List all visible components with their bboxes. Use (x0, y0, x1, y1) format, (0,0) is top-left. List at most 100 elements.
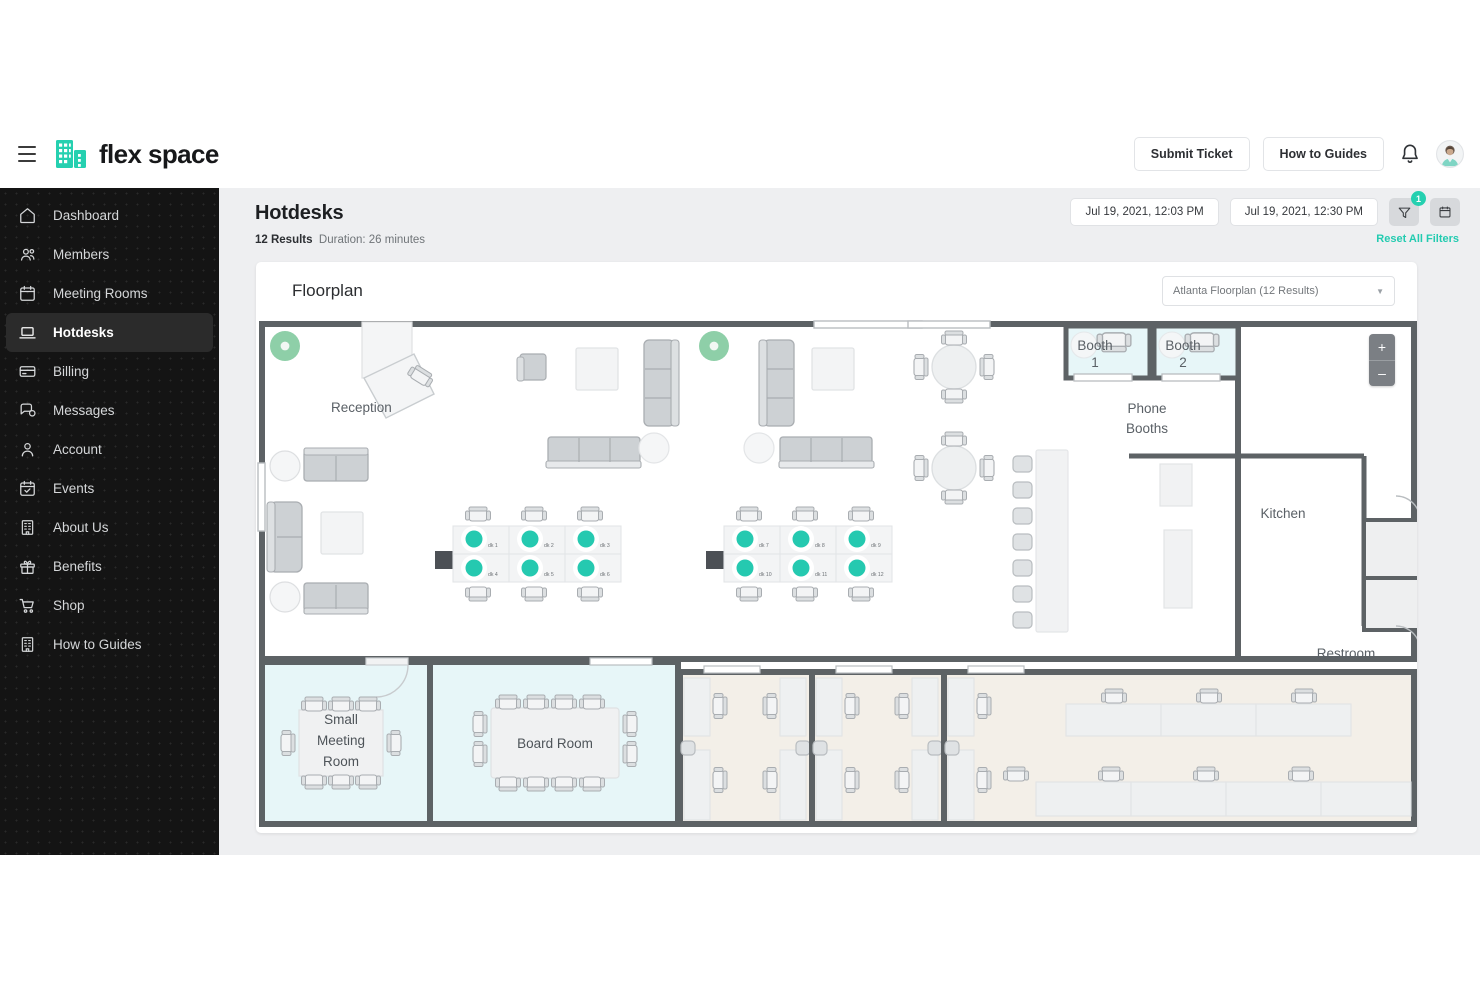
availability-marker[interactable] (699, 331, 729, 361)
calendar-icon (20, 285, 35, 301)
app-root: flex space Submit Ticket How to Guides D… (0, 0, 1480, 987)
booth-2-label-line2: 2 (1179, 355, 1187, 370)
sidebar-item-dashboard[interactable]: Dashboard (6, 196, 213, 235)
chat-icon (20, 403, 36, 417)
filter-controls: Jul 19, 2021, 12:03 PM Jul 19, 2021, 12:… (1070, 191, 1460, 226)
calendar-icon (1439, 206, 1451, 218)
sidebar-item-label: Meeting Rooms (53, 286, 148, 301)
hotdesk-label: dk 12 (871, 572, 884, 578)
chevron-down-icon: ▼ (1376, 286, 1384, 296)
phone-booth-2[interactable] (1151, 323, 1241, 382)
brand-logo[interactable]: flex space (55, 138, 219, 170)
hotdesk-label: dk 6 (600, 572, 610, 578)
sidebar-item-benefits[interactable]: Benefits (6, 547, 213, 586)
filter-button[interactable]: 1 (1389, 191, 1426, 226)
zoom-out-button[interactable]: – (1369, 361, 1395, 387)
booth-2-label-line1: Booth (1165, 338, 1200, 353)
gift-icon (20, 560, 35, 574)
floorplan-svg[interactable]: Reception dk 1 dk 2 dk 3 dk 4 dk 5 dk 6 … (256, 320, 1417, 833)
hamburger-icon[interactable] (12, 139, 42, 169)
sidebar-item-messages[interactable]: Messages (6, 391, 213, 430)
results-summary: 12 Results Duration: 26 minutes (255, 234, 1458, 246)
user-avatar[interactable] (1436, 140, 1464, 168)
start-datetime-field[interactable]: Jul 19, 2021, 12:03 PM (1070, 198, 1219, 226)
kitchen-label: Kitchen (1260, 506, 1305, 521)
top-bar: flex space Submit Ticket How to Guides (0, 120, 1480, 188)
sidebar-item-members[interactable]: Members (6, 235, 213, 274)
hotdesk-label: dk 7 (759, 543, 769, 549)
calendar-button[interactable] (1430, 198, 1460, 226)
building-icon (21, 637, 34, 652)
building-icon (56, 140, 86, 168)
laptop-icon (19, 327, 36, 339)
small-meeting-room-label-line3: Room (323, 754, 359, 769)
submit-ticket-button[interactable]: Submit Ticket (1133, 137, 1250, 171)
phone-booth-1[interactable] (1063, 323, 1153, 382)
end-datetime-field[interactable]: Jul 19, 2021, 12:30 PM (1229, 198, 1378, 226)
calendar-check-icon (20, 480, 35, 496)
top-bar-actions: Submit Ticket How to Guides (1133, 137, 1464, 171)
main-content: Hotdesks 12 Results Duration: 26 minutes… (219, 188, 1480, 855)
zoom-in-button[interactable]: + (1369, 334, 1395, 361)
restroom-label: Restroom (1317, 646, 1376, 661)
credit-card-icon (19, 366, 36, 377)
floorplan-stage[interactable]: + – Reception dk 1 dk 2 dk 3 dk 4 dk 5 d… (256, 320, 1417, 833)
hotdesk-label: dk 5 (544, 572, 554, 578)
hotdesk-label: dk 10 (759, 572, 772, 578)
sidebar-nav: Dashboard Members Meeting Rooms Hotdesks (0, 188, 219, 855)
floorplan-title: Floorplan (292, 281, 363, 300)
booth-1-label-line1: Booth (1077, 338, 1112, 353)
sidebar-item-meeting-rooms[interactable]: Meeting Rooms (6, 274, 213, 313)
sidebar-item-label: Members (53, 247, 110, 262)
private-office-2[interactable] (809, 665, 947, 827)
home-icon (20, 208, 35, 224)
hotdesk-label: dk 2 (544, 543, 554, 549)
sidebar-item-label: Hotdesks (53, 325, 114, 340)
floorplan-select[interactable]: Atlanta Floorplan (12 Results) ▼ (1162, 276, 1395, 306)
hotdesk-label: dk 11 (815, 572, 827, 578)
small-meeting-room-label-line2: Meeting (317, 733, 365, 748)
small-meeting-room-label-line1: Small (324, 712, 358, 727)
sidebar-item-about-us[interactable]: About Us (6, 508, 213, 547)
team-room[interactable] (941, 665, 1417, 827)
sidebar-item-shop[interactable]: Shop (6, 586, 213, 625)
sidebar-item-label: About Us (53, 520, 109, 535)
bell-icon[interactable] (1397, 141, 1423, 167)
building-icon (21, 520, 34, 535)
hotdesk-label: dk 3 (600, 543, 610, 549)
page-header: Hotdesks 12 Results Duration: 26 minutes… (219, 188, 1480, 246)
booth-1-label-line2: 1 (1091, 355, 1099, 370)
sidebar-item-billing[interactable]: Billing (6, 352, 213, 391)
person-icon (21, 443, 34, 457)
how-to-guides-button[interactable]: How to Guides (1262, 137, 1384, 171)
board-room-label: Board Room (517, 736, 593, 751)
sidebar-item-events[interactable]: Events (6, 469, 213, 508)
sidebar-item-account[interactable]: Account (6, 430, 213, 469)
sidebar-item-label: How to Guides (53, 637, 142, 652)
sidebar-item-label: Account (53, 442, 102, 457)
cart-icon (19, 598, 34, 613)
hotdesk-label: dk 9 (871, 543, 881, 549)
floorplan-card: Floorplan Atlanta Floorplan (12 Results)… (256, 262, 1417, 833)
sidebar-item-label: Billing (53, 364, 90, 379)
filter-icon (1398, 207, 1410, 218)
people-icon (20, 248, 35, 261)
hotdesk-label: dk 4 (488, 572, 498, 578)
duration-text: Duration: 26 minutes (318, 234, 426, 246)
hotdesk-label: dk 1 (488, 543, 498, 549)
reception-label: Reception (331, 400, 392, 415)
phone-booths-label-line1: Phone (1127, 401, 1166, 416)
phone-booths-label-line2: Booths (1126, 421, 1168, 436)
reset-all-filters-link[interactable]: Reset All Filters (1376, 233, 1459, 245)
private-office-1[interactable] (677, 665, 815, 827)
avatar-image (1437, 141, 1463, 167)
zoom-controls: + – (1369, 334, 1395, 386)
floorplan-select-value: Atlanta Floorplan (12 Results) (1173, 285, 1319, 297)
sidebar-item-label: Dashboard (53, 208, 120, 223)
sidebar-item-how-to-guides[interactable]: How to Guides (6, 625, 213, 664)
sidebar-item-label: Events (53, 481, 95, 496)
sidebar-item-label: Benefits (53, 559, 102, 574)
sidebar-item-hotdesks[interactable]: Hotdesks (6, 313, 213, 352)
brand-name: flex space (99, 138, 219, 169)
availability-marker[interactable] (270, 331, 300, 361)
